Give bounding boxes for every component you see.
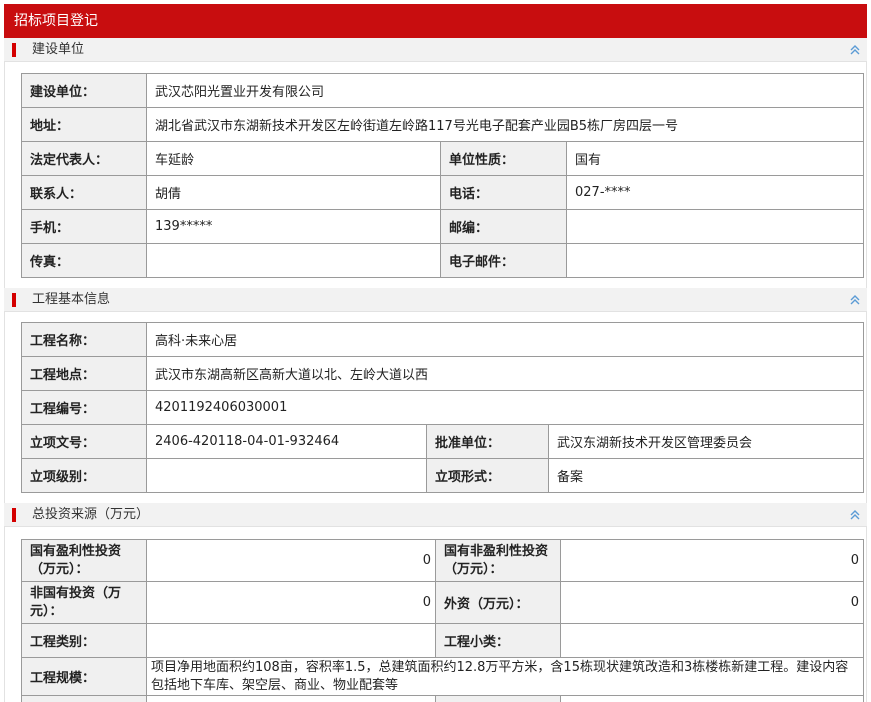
section-header-investment: 总投资来源（万元） <box>4 503 867 527</box>
foreign-invest-value: 0 <box>560 581 864 624</box>
table-row: 立项文号： 2406-420118-04-01-932464 批准单位： 武汉东… <box>21 424 864 459</box>
phone-value: 027-**** <box>565 175 865 210</box>
approval-form-value: 备案 <box>548 458 864 493</box>
address-value: 湖北省武汉市东湖新技术开发区左岭街道左岭路117号光电子配套产业园B5栋厂房四层… <box>145 107 865 142</box>
project-table: 工程名称： 高科·未来心居 工程地点： 武汉市东湖高新区高新大道以北、左岭大道以… <box>21 322 864 493</box>
project-subcategory-value <box>560 623 864 658</box>
table-row: 工程规模： 项目净用地面积约108亩，容积率1.5，总建筑面积约12.8万平方米… <box>21 657 864 696</box>
table-row: 传真： 电子邮件： <box>21 243 865 278</box>
section-header-builder: 建设单位 <box>4 38 867 62</box>
contact-label: 联系人： <box>21 175 147 210</box>
unit-nature-label: 单位性质： <box>440 141 567 176</box>
table-row: 立项级别： 立项形式： 备案 <box>21 458 864 493</box>
project-location-label: 工程地点： <box>21 356 147 391</box>
project-code-value: 4201192406030001 <box>146 390 864 425</box>
project-location-value: 武汉市东湖高新区高新大道以北、左岭大道以西 <box>146 356 864 391</box>
fax-value <box>146 243 441 278</box>
table-cell-cut <box>560 695 864 702</box>
project-name-label: 工程名称： <box>21 322 147 357</box>
project-subcategory-label: 工程小类： <box>435 623 561 658</box>
approval-level-label: 立项级别： <box>21 458 147 493</box>
project-code-label: 工程编号： <box>21 390 147 425</box>
project-category-value <box>146 623 436 658</box>
state-nonprofit-value: 0 <box>560 539 864 582</box>
email-label: 电子邮件： <box>440 243 567 278</box>
approval-level-value <box>146 458 427 493</box>
approval-form-label: 立项形式： <box>426 458 549 493</box>
section-title-investment: 总投资来源（万元） <box>32 507 150 522</box>
table-row: 联系人： 胡倩 电话： 027-**** <box>21 175 865 210</box>
contact-value: 胡倩 <box>146 175 441 210</box>
project-name-value: 高科·未来心居 <box>146 322 864 357</box>
table-row: 工程编号： 4201192406030001 <box>21 390 864 425</box>
table-cell-cut <box>146 695 436 702</box>
section-title-builder: 建设单位 <box>32 42 85 57</box>
table-row-cut <box>21 695 147 702</box>
double-chevron-up-icon[interactable] <box>849 294 861 306</box>
table-row-cut <box>435 695 561 702</box>
table-row: 地址： 湖北省武汉市东湖新技术开发区左岭街道左岭路117号光电子配套产业园B5栋… <box>21 107 865 142</box>
builder-table: 建设单位： 武汉芯阳光置业开发有限公司 地址： 湖北省武汉市东湖新技术开发区左岭… <box>21 73 865 278</box>
approver-label: 批准单位： <box>426 424 549 459</box>
project-scale-value: 项目净用地面积约108亩，容积率1.5，总建筑面积约12.8万平方米，含15栋现… <box>146 657 864 696</box>
double-chevron-up-icon[interactable] <box>849 44 861 56</box>
project-category-label: 工程类别： <box>21 623 147 658</box>
table-row: 法定代表人： 车延龄 单位性质： 国有 <box>21 141 865 176</box>
table-row: 国有盈利性投资（万元）： 0 国有非盈利性投资（万元）： 0 <box>21 539 864 582</box>
state-profit-value: 0 <box>146 539 436 582</box>
table-row: 工程类别： 工程小类： <box>21 623 864 658</box>
foreign-invest-label: 外资（万元）： <box>435 581 561 624</box>
section-body-builder: 建设单位： 武汉芯阳光置业开发有限公司 地址： 湖北省武汉市东湖新技术开发区左岭… <box>4 62 867 288</box>
table-row: 建设单位： 武汉芯阳光置业开发有限公司 <box>21 73 865 108</box>
table-row: 工程名称： 高科·未来心居 <box>21 322 864 357</box>
nonstate-invest-label: 非国有投资（万元）： <box>21 581 147 624</box>
mobile-value: 139***** <box>146 209 441 244</box>
section-body-investment: 国有盈利性投资（万元）： 0 国有非盈利性投资（万元）： 0 非国有投资（万元）… <box>4 527 867 702</box>
table-row <box>21 695 864 702</box>
section-marker <box>12 508 16 522</box>
project-scale-label: 工程规模： <box>21 657 147 696</box>
table-row: 手机： 139***** 邮编： <box>21 209 865 244</box>
zip-value <box>565 209 865 244</box>
address-label: 地址： <box>21 107 147 142</box>
section-title-project: 工程基本信息 <box>32 292 111 307</box>
approval-no-label: 立项文号： <box>21 424 147 459</box>
unit-nature-value: 国有 <box>565 141 865 176</box>
nonstate-invest-value: 0 <box>146 581 436 624</box>
section-marker <box>12 43 16 57</box>
unit-value: 武汉芯阳光置业开发有限公司 <box>145 73 865 108</box>
fax-label: 传真： <box>21 243 147 278</box>
legal-rep-value: 车延龄 <box>146 141 441 176</box>
approver-value: 武汉东湖新技术开发区管理委员会 <box>548 424 864 459</box>
state-profit-label: 国有盈利性投资（万元）： <box>21 539 147 582</box>
mobile-label: 手机： <box>21 209 147 244</box>
page-title-bar: 招标项目登记 <box>4 4 867 38</box>
approval-no-value: 2406-420118-04-01-932464 <box>146 424 427 459</box>
phone-label: 电话： <box>440 175 567 210</box>
section-header-project: 工程基本信息 <box>4 288 867 312</box>
zip-label: 邮编： <box>440 209 567 244</box>
table-row: 非国有投资（万元）： 0 外资（万元）： 0 <box>21 581 864 624</box>
state-nonprofit-label: 国有非盈利性投资（万元）： <box>435 539 561 582</box>
table-row: 工程地点： 武汉市东湖高新区高新大道以北、左岭大道以西 <box>21 356 864 391</box>
email-value <box>565 243 865 278</box>
unit-label: 建设单位： <box>21 73 147 108</box>
section-body-project: 工程名称： 高科·未来心居 工程地点： 武汉市东湖高新区高新大道以北、左岭大道以… <box>4 312 867 503</box>
double-chevron-up-icon[interactable] <box>849 509 861 521</box>
investment-table: 国有盈利性投资（万元）： 0 国有非盈利性投资（万元）： 0 非国有投资（万元）… <box>21 539 864 702</box>
section-marker <box>12 293 16 307</box>
legal-rep-label: 法定代表人： <box>21 141 147 176</box>
page-title: 招标项目登记 <box>14 13 98 29</box>
